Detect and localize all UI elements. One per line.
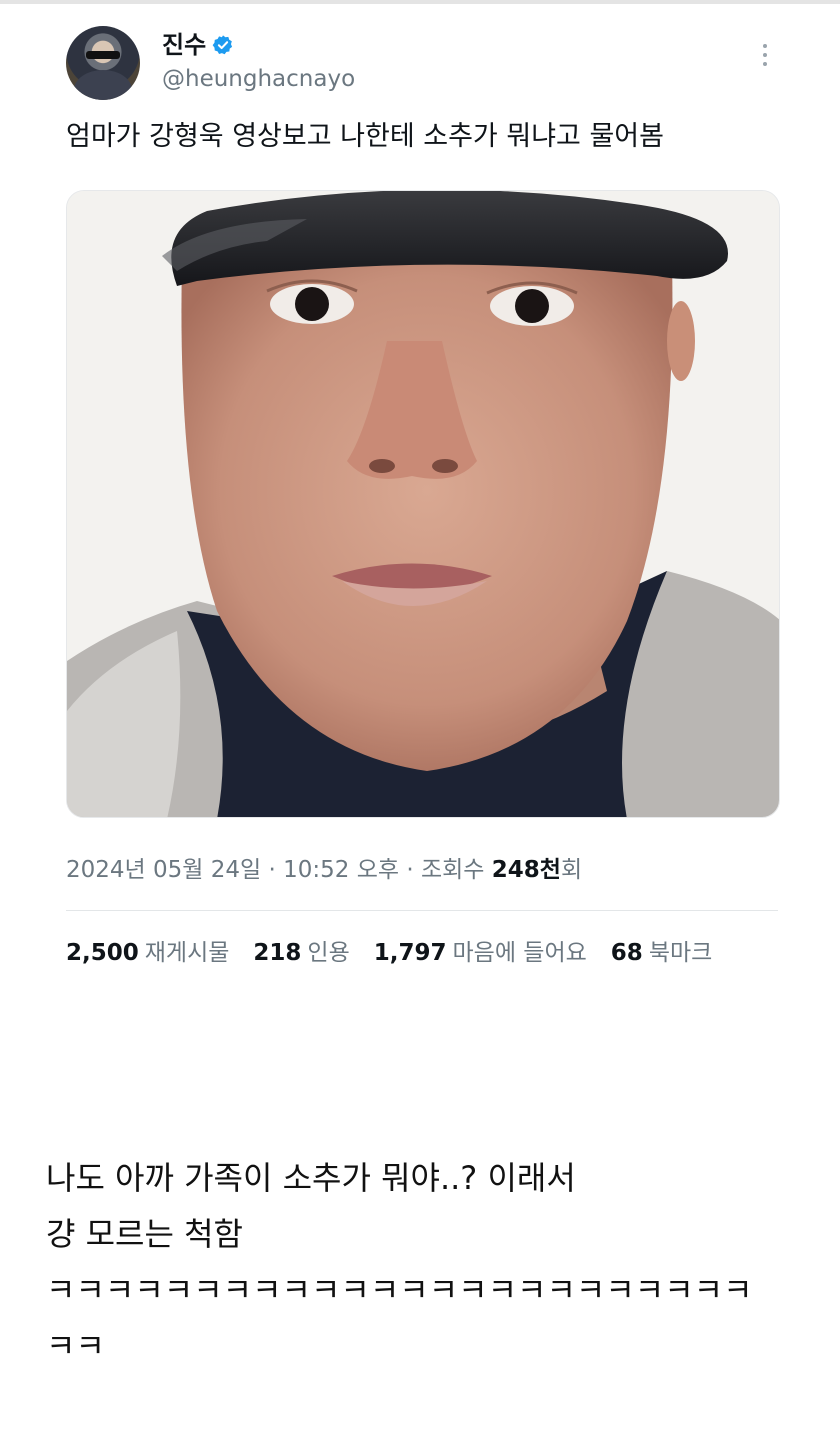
views-label: 조회수 [420, 857, 485, 883]
avatar-hood-shape [74, 70, 132, 100]
likes-label: 마음에 들어요 [452, 940, 587, 966]
likes-stat[interactable]: 1,797 마음에 들어요 [374, 935, 587, 971]
tweet-text: 엄마가 강형욱 영상보고 나한테 소추가 뭐냐고 물어봄 [66, 121, 664, 152]
comment-line: ㅋㅋㅋㅋㅋㅋㅋㅋㅋㅋㅋㅋㅋㅋㅋㅋㅋㅋㅋㅋㅋㅋㅋㅋ [46, 1271, 753, 1309]
tweet-photo[interactable] [66, 190, 780, 818]
retweets-count: 2,500 [66, 940, 139, 966]
comment-line: 나도 아까 가족이 소추가 뭐야..? 이래서 [46, 1159, 576, 1197]
likes-count: 1,797 [373, 940, 447, 966]
comment-line: ㅋㅋ [46, 1327, 105, 1365]
display-name[interactable]: 진수 [162, 30, 234, 60]
retweets-label: 재게시물 [144, 940, 230, 966]
tweet-date[interactable]: 2024년 05월 24일 [66, 857, 261, 883]
comment-line: 걍 모르는 척함 [46, 1215, 243, 1253]
photo-face-illustration [67, 191, 779, 817]
views-value: 248천 [491, 857, 561, 883]
quotes-label: 인용 [307, 940, 350, 966]
retweets-stat[interactable]: 2,500 재게시물 [66, 935, 229, 971]
top-border [0, 0, 840, 4]
engagement-stats: 2,500 재게시물 218 인용 1,797 마음에 들어요 68 북마크 [66, 935, 712, 971]
quotes-count: 218 [253, 940, 302, 966]
tweet-time[interactable]: 10:52 오후 [283, 857, 399, 883]
user-handle[interactable]: @heunghacnayo [162, 64, 355, 94]
tweet-meta: 2024년 05월 24일 · 10:52 오후 · 조회수 248천회 [66, 852, 582, 888]
meta-separator: · [406, 857, 414, 883]
views-suffix: 회 [560, 857, 583, 883]
avatar-glasses-shape [86, 51, 120, 59]
bookmarks-stat[interactable]: 68 북마크 [611, 935, 713, 971]
more-options-icon[interactable] [755, 42, 775, 70]
avatar[interactable] [66, 26, 140, 100]
bookmarks-count: 68 [610, 940, 643, 966]
verified-badge-icon [212, 35, 233, 55]
bookmarks-label: 북마크 [648, 940, 713, 966]
display-name-text: 진수 [162, 31, 207, 59]
post-comment: 나도 아까 가족이 소추가 뭐야..? 이래서 걍 모르는 척함 ㅋㅋㅋㅋㅋㅋㅋ… [46, 1150, 753, 1374]
quotes-stat[interactable]: 218 인용 [253, 935, 349, 971]
meta-separator: · [268, 857, 276, 883]
divider [66, 910, 778, 911]
